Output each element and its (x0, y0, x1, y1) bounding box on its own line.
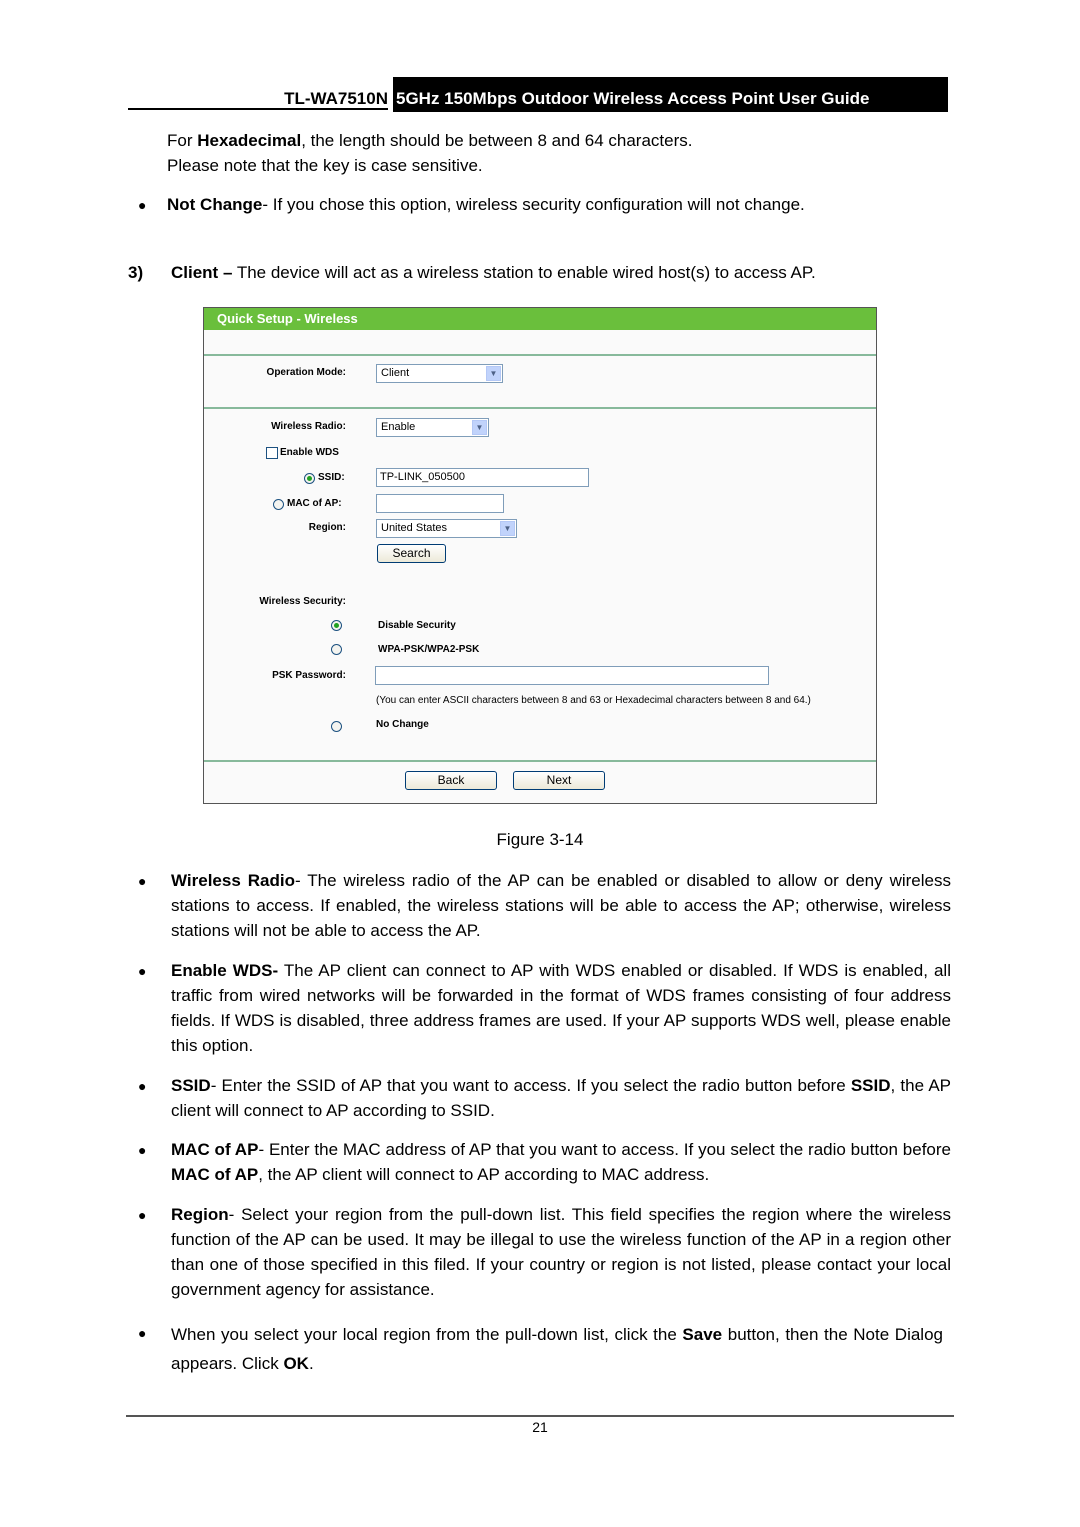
mac-of-ap-input[interactable] (376, 494, 504, 513)
disable-security-radio[interactable] (331, 620, 342, 631)
wireless-security-label: Wireless Security: (259, 596, 346, 607)
wpa-psk-radio[interactable] (331, 644, 342, 655)
region-label: Region: (308, 522, 346, 533)
disable-security-label: Disable Security (378, 620, 456, 631)
chevron-down-icon: ▼ (500, 521, 515, 536)
enable-wds-label: Enable WDS (280, 447, 339, 458)
wireless-radio-select[interactable]: Enable ▼ (376, 418, 489, 437)
bullet-icon: ● (138, 963, 147, 979)
next-button[interactable]: Next (513, 771, 605, 790)
enable-wds-checkbox[interactable] (266, 447, 278, 459)
quick-setup-wireless-panel: Quick Setup - Wireless Operation Mode: C… (203, 307, 877, 804)
psk-password-label: PSK Password: (272, 670, 346, 681)
hex-bold: Hexadecimal (197, 131, 302, 150)
page-number: 21 (532, 1419, 548, 1435)
search-button[interactable]: Search (377, 544, 446, 563)
case-sensitive-note: Please note that the key is case sensiti… (167, 156, 483, 175)
chevron-down-icon: ▼ (486, 366, 501, 381)
bullet-icon: ● (138, 1207, 147, 1223)
section-number: 3) (128, 263, 144, 282)
divider (204, 354, 876, 356)
psk-hint: (You can enter ASCII characters between … (376, 695, 811, 706)
save-description: When you select your local region from t… (171, 1325, 943, 1373)
mac-of-ap-description: MAC of AP- Enter the MAC address of AP t… (171, 1140, 951, 1184)
chevron-down-icon: ▼ (472, 420, 487, 435)
operation-mode-select[interactable]: Client ▼ (376, 364, 503, 383)
bullet-icon: ● (138, 1142, 147, 1158)
header-guide-title: 5GHz 150Mbps Outdoor Wireless Access Poi… (393, 77, 948, 112)
section-client-heading: Client – The device will act as a wirele… (171, 263, 816, 282)
ssid-input[interactable]: TP-LINK_050500 (376, 468, 589, 487)
divider (204, 760, 876, 762)
bullet-icon: ● (138, 873, 147, 889)
operation-mode-label: Operation Mode: (266, 367, 346, 378)
footer-divider (126, 1415, 954, 1417)
divider (204, 407, 876, 409)
figure-caption: Figure 3-14 (496, 830, 584, 849)
mac-of-ap-label: MAC of AP: (287, 498, 342, 509)
ssid-label: SSID: (318, 472, 345, 483)
region-description: Region- Select your region from the pull… (171, 1205, 951, 1299)
ssid-description: SSID- Enter the SSID of AP that you want… (171, 1076, 951, 1120)
wireless-radio-label: Wireless Radio: (271, 421, 346, 432)
panel-title: Quick Setup - Wireless (204, 308, 876, 330)
bullet-icon: ● (138, 1078, 147, 1094)
back-button[interactable]: Back (405, 771, 497, 790)
wireless-radio-description: Wireless Radio- The wireless radio of th… (171, 871, 951, 940)
mac-of-ap-radio[interactable] (273, 499, 284, 510)
no-change-label: No Change (376, 719, 429, 730)
hex-length-note: For Hexadecimal, the length should be be… (167, 131, 693, 150)
bullet-icon: ● (138, 197, 147, 213)
region-select[interactable]: United States ▼ (376, 519, 517, 538)
page-header: TL-WA7510N 5GHz 150Mbps Outdoor Wireless… (128, 77, 948, 113)
psk-password-input[interactable] (375, 666, 769, 685)
ssid-radio[interactable] (304, 473, 315, 484)
no-change-radio[interactable] (331, 721, 342, 732)
wpa-psk-label: WPA-PSK/WPA2-PSK (378, 644, 480, 655)
not-change-item: Not Change- If you chose this option, wi… (167, 195, 805, 214)
bullet-icon: ● (138, 1325, 147, 1341)
enable-wds-description: Enable WDS- The AP client can connect to… (171, 961, 951, 1055)
header-model: TL-WA7510N (128, 77, 388, 110)
